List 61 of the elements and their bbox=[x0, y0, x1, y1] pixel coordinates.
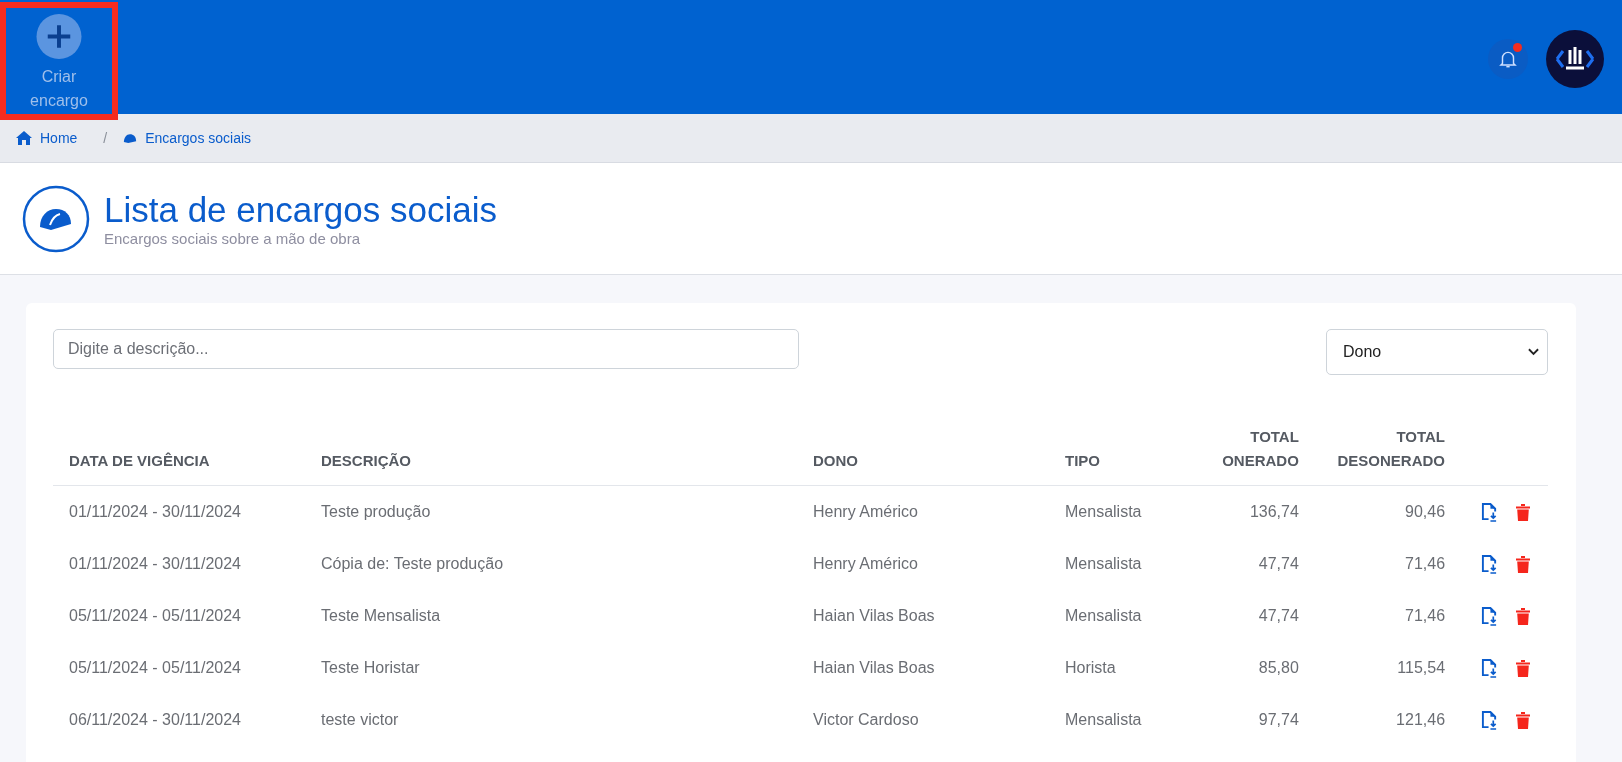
table-cell-text: 115,54 bbox=[1396, 658, 1447, 678]
table-cell-text: Haian Vilas Boas bbox=[812, 658, 936, 678]
table-cell: Mensalista bbox=[1049, 485, 1201, 538]
table-cell-text: 71,46 bbox=[1404, 554, 1447, 574]
helmet-icon bbox=[123, 132, 138, 144]
table-cell-text: 05/11/2024 - 05/11/2024 bbox=[68, 606, 242, 626]
file-download-icon[interactable] bbox=[1481, 709, 1498, 731]
create-button[interactable]: Criar encargo bbox=[0, 2, 118, 120]
table-cell-text: 47,74 bbox=[1257, 554, 1300, 574]
table-cell-text: Teste Mensalista bbox=[320, 606, 442, 626]
table-cell-text: Victor Cardoso bbox=[812, 710, 920, 730]
table-cell-text: Horista bbox=[1064, 658, 1117, 678]
table-cell-text: 71,46 bbox=[1404, 606, 1447, 626]
house-icon bbox=[16, 131, 32, 145]
table-cell-text: 06/11/2024 - 30/11/2024 bbox=[68, 710, 242, 730]
page-title: Lista de encargos sociais bbox=[104, 190, 497, 230]
notification-button[interactable] bbox=[1488, 39, 1528, 79]
table-cell-text: Mensalista bbox=[1064, 606, 1143, 626]
owner-select[interactable]: Dono bbox=[1326, 329, 1548, 375]
table-cell: 01/11/2024 - 30/11/2024 bbox=[53, 485, 305, 538]
plus-icon bbox=[36, 14, 82, 59]
table-cell-text: teste victor bbox=[320, 710, 400, 730]
helmet-icon bbox=[22, 184, 90, 253]
table-cell-text: 01/11/2024 - 30/11/2024 bbox=[68, 554, 242, 574]
home-link[interactable]: Home bbox=[16, 130, 78, 146]
table-cell-text: Haian Vilas Boas bbox=[812, 606, 936, 626]
column-header: DESCRIÇÃO bbox=[305, 425, 797, 486]
table-cell-text: Mensalista bbox=[1064, 710, 1143, 730]
column-header: TIPO bbox=[1049, 425, 1201, 486]
file-download-icon[interactable] bbox=[1481, 605, 1498, 627]
column-header: TOTAL ONERADO bbox=[1201, 425, 1315, 486]
column-header: DONO bbox=[797, 425, 1049, 486]
breadcrumb-link[interactable]: Encargos sociais bbox=[123, 130, 252, 146]
table-cell: 136,74 bbox=[1201, 485, 1315, 538]
file-download-icon[interactable] bbox=[1481, 553, 1498, 575]
table-cell-text: 97,74 bbox=[1257, 710, 1300, 730]
table-cell: Teste produção bbox=[305, 485, 797, 538]
column-header: TOTAL DESONERADO bbox=[1314, 425, 1462, 486]
table-cell-text: Henry Américo bbox=[812, 554, 919, 574]
table-cell-text: 47,74 bbox=[1257, 606, 1300, 626]
trash-icon[interactable] bbox=[1516, 503, 1530, 521]
trash-icon[interactable] bbox=[1516, 555, 1530, 573]
table-cell-text: Teste Horistar bbox=[320, 658, 421, 678]
table-cell: Henry Américo bbox=[797, 485, 1049, 538]
table-cell-text: Mensalista bbox=[1064, 554, 1143, 574]
breadcrumb-separator: / bbox=[103, 130, 108, 146]
logo-icon[interactable] bbox=[1546, 30, 1604, 88]
table-cell-text: Cópia de: Teste produção bbox=[320, 554, 505, 574]
trash-icon[interactable] bbox=[1516, 659, 1530, 677]
file-download-icon[interactable] bbox=[1481, 657, 1498, 679]
column-header: DATA DE VIGÊNCIA bbox=[53, 425, 305, 486]
table-cell-text: 05/11/2024 - 05/11/2024 bbox=[68, 658, 242, 678]
table-cell-text: 85,80 bbox=[1257, 658, 1300, 678]
table-cell-text: 121,46 bbox=[1395, 710, 1447, 730]
trash-icon[interactable] bbox=[1516, 711, 1530, 729]
page-subtitle: Encargos sociais sobre a mão de obra bbox=[104, 230, 361, 247]
search-field[interactable]: Digite a descrição... bbox=[53, 329, 799, 369]
trash-icon[interactable] bbox=[1516, 607, 1530, 625]
table-cell: 90,46 bbox=[1314, 485, 1462, 538]
chevron-down-icon bbox=[1528, 348, 1539, 356]
file-download-icon[interactable] bbox=[1481, 501, 1498, 523]
